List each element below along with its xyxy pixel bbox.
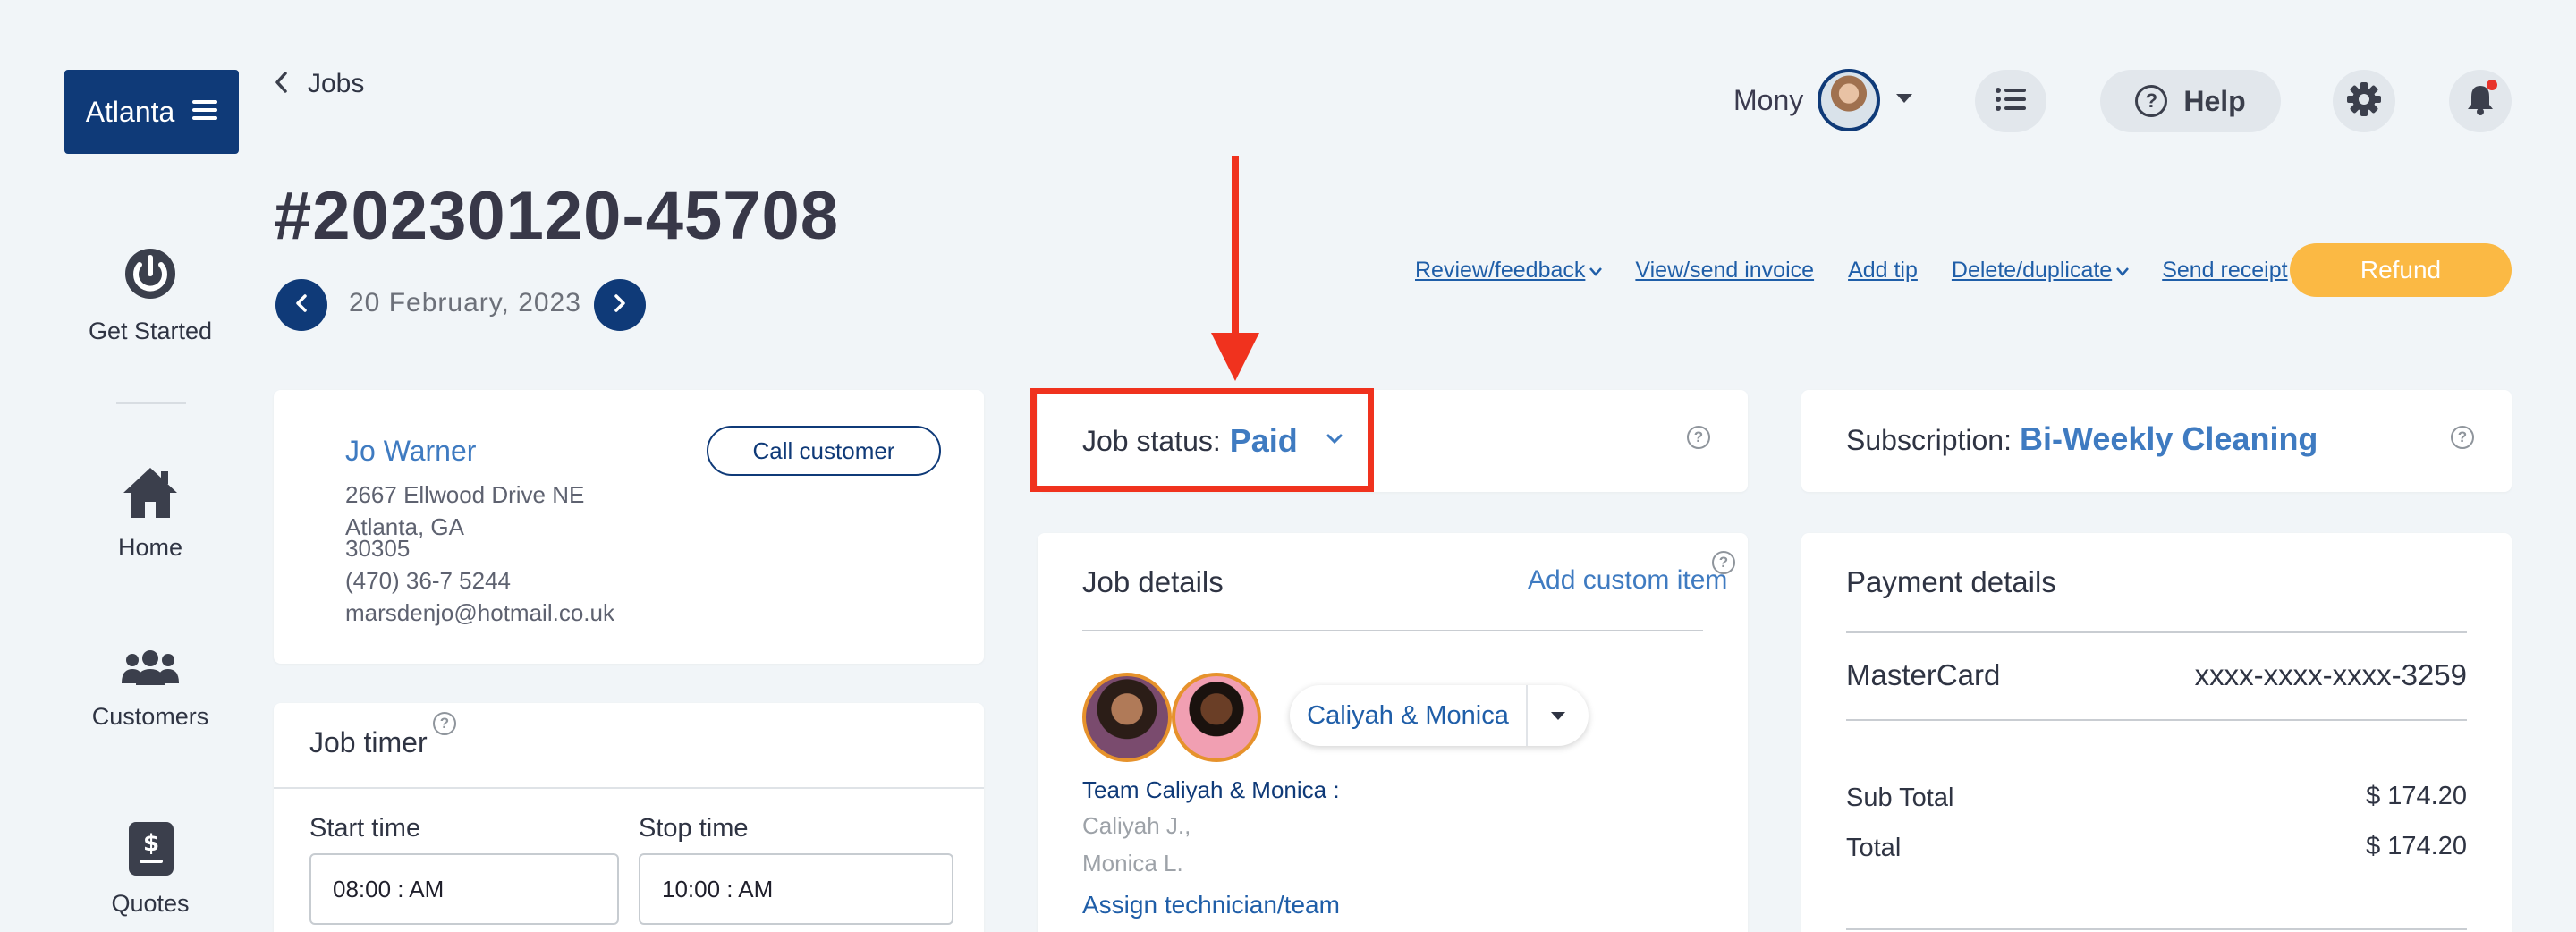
user-name: Mony [1733, 83, 1804, 116]
sidebar-item-customers[interactable]: Customers [75, 644, 225, 742]
sidebar-item-quotes[interactable]: $ Quotes [75, 818, 225, 926]
page-title: #20230120-45708 [274, 178, 840, 254]
avatar [1172, 673, 1261, 762]
customer-name-link[interactable]: Jo Warner [345, 435, 476, 468]
total-value: $ 174.20 [2366, 832, 2467, 860]
job-details-divider [1082, 630, 1703, 631]
annotation-highlight-box [1030, 388, 1374, 492]
sidebar-item-label: Customers [91, 703, 209, 730]
notification-dot [2487, 79, 2497, 90]
subtotal-label: Sub Total [1846, 784, 1954, 812]
brand-label: Atlanta [85, 95, 175, 128]
menu-icon [192, 98, 218, 126]
sidebar-divider [116, 402, 186, 404]
chevron-right-icon [613, 293, 627, 318]
team-member: Caliyah J., [1082, 812, 1191, 839]
payment-details-card: Payment details MasterCard xxxx-xxxx-xxx… [1801, 533, 2512, 932]
sidebar-item-home[interactable]: Home [75, 461, 225, 568]
help-circle-icon[interactable]: ? [433, 712, 456, 735]
card-type: MasterCard [1846, 658, 2001, 691]
payment-divider [1846, 719, 2467, 721]
payment-divider [1846, 928, 2467, 930]
help-circle-icon[interactable]: ? [1712, 551, 1735, 574]
add-custom-item-link[interactable]: Add custom item [1528, 565, 1727, 596]
send-receipt-link[interactable]: Send receipt [2162, 258, 2287, 284]
call-customer-button[interactable]: Call customer [707, 426, 941, 476]
subscription-label: Subscription: [1846, 424, 2012, 456]
help-circle-icon: ? [2135, 85, 2168, 117]
customer-email: marsdenjo@hotmail.co.uk [345, 599, 614, 626]
back-label: Jobs [308, 69, 365, 98]
customer-address-line1: 2667 Ellwood Drive NE [345, 481, 585, 508]
delete-duplicate-label: Delete/duplicate [1951, 257, 2113, 283]
subtotal-value: $ 174.20 [2366, 782, 2467, 810]
chevron-down-icon [2115, 258, 2130, 284]
chevron-left-icon [274, 71, 288, 98]
brand-button[interactable]: Atlanta [64, 70, 239, 154]
job-details-card: Job details Add custom item ? Caliyah & … [1038, 533, 1748, 932]
list-view-button[interactable] [1975, 70, 2046, 132]
sidebar-item-label: Quotes [111, 890, 190, 917]
caret-down-icon [1528, 711, 1589, 721]
next-job-button[interactable] [594, 279, 646, 331]
card-number: xxxx-xxxx-xxxx-3259 [2194, 658, 2467, 691]
subscription-card: Subscription: Bi-Weekly Cleaning ? [1801, 390, 2512, 492]
gear-icon [2346, 81, 2382, 122]
team-heading: Team Caliyah & Monica : [1082, 776, 1340, 803]
annotation-arrow [1211, 156, 1259, 386]
chevron-left-icon [294, 293, 309, 318]
home-icon [122, 464, 179, 526]
avatar [1818, 69, 1881, 131]
list-icon [1996, 87, 2026, 115]
sidebar-item-label: Home [117, 534, 183, 561]
chevron-down-icon [1894, 92, 1914, 109]
svg-text:$: $ [143, 830, 159, 857]
sidebar-item-label: Get Started [88, 318, 213, 344]
help-label: Help [2183, 84, 2246, 117]
job-timer-card: Job timer ? Start time Stop time 08:00 :… [274, 703, 984, 932]
action-links: Review/feedback View/send invoice Add ti… [1415, 254, 2288, 286]
notifications-button[interactable] [2449, 70, 2512, 132]
job-details-title: Job details [1082, 565, 1224, 598]
prev-job-button[interactable] [275, 279, 327, 331]
help-circle-icon[interactable]: ? [1687, 426, 1710, 449]
subscription-value[interactable]: Bi-Weekly Cleaning [2020, 420, 2318, 458]
back-to-jobs-link[interactable]: Jobs [274, 66, 364, 102]
job-timer-divider [274, 787, 984, 789]
users-icon [120, 649, 181, 693]
delete-duplicate-link[interactable]: Delete/duplicate [1952, 258, 2130, 284]
bell-icon [2465, 79, 2497, 120]
job-timer-title: Job timer [309, 726, 428, 758]
start-time-label: Start time [309, 814, 421, 843]
help-button[interactable]: ? Help [2100, 70, 2281, 132]
sidebar-item-get-started[interactable]: Get Started [75, 241, 225, 349]
help-circle-icon[interactable]: ? [2451, 426, 2474, 449]
quote-dollar-icon: $ [129, 822, 174, 885]
total-label: Total [1846, 834, 1902, 862]
view-send-invoice-link[interactable]: View/send invoice [1635, 258, 1814, 284]
team-select[interactable]: Caliyah & Monica [1290, 685, 1589, 746]
payment-divider [1846, 631, 2467, 633]
review-feedback-link[interactable]: Review/feedback [1415, 258, 1603, 284]
add-tip-link[interactable]: Add tip [1848, 258, 1918, 284]
team-member: Monica L. [1082, 850, 1183, 877]
user-menu[interactable]: Mony [1733, 69, 1914, 131]
assign-technician-link[interactable]: Assign technician/team [1082, 891, 1340, 919]
chevron-down-icon [1589, 258, 1603, 284]
review-feedback-label: Review/feedback [1415, 257, 1586, 283]
refund-button[interactable]: Refund [2290, 243, 2512, 297]
stop-time-label: Stop time [639, 814, 749, 843]
team-select-value: Caliyah & Monica [1307, 700, 1509, 730]
avatar [1082, 673, 1172, 762]
customer-zip: 30305 [345, 535, 411, 562]
customer-phone: (470) 36-7 5244 [345, 567, 512, 594]
job-date: 20 February, 2023 [349, 288, 581, 318]
stop-time-input[interactable]: 10:00 : AM [639, 853, 953, 925]
start-time-input[interactable]: 08:00 : AM [309, 853, 619, 925]
power-icon [122, 245, 179, 307]
settings-button[interactable] [2333, 70, 2395, 132]
payment-details-title: Payment details [1846, 565, 2056, 598]
customer-card: Jo Warner Call customer 2667 Ellwood Dri… [274, 390, 984, 664]
